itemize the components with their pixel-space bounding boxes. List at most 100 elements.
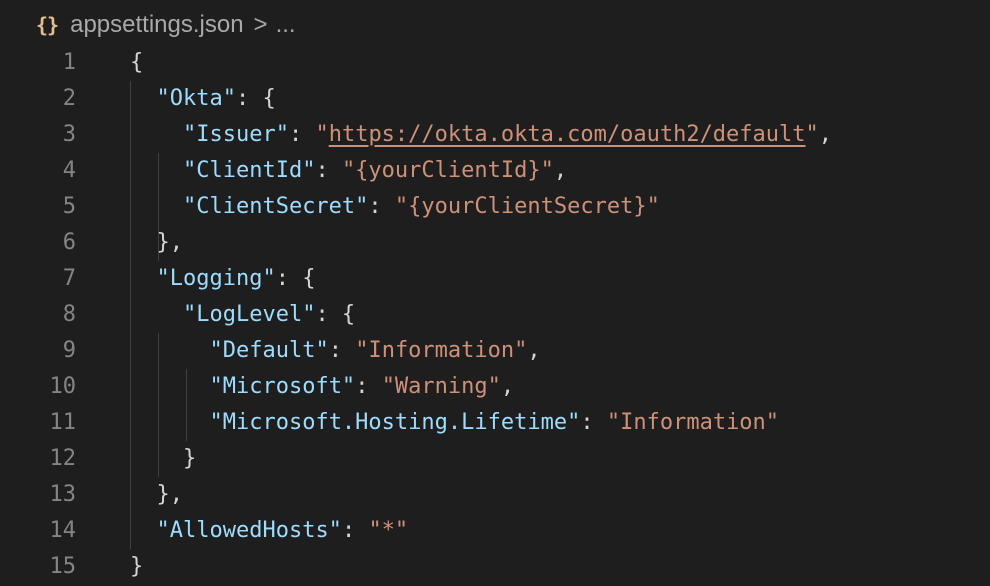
code-line[interactable]: 11 "Microsoft.Hosting.Lifetime": "Inform… [0,405,990,441]
code-text[interactable]: } [130,441,196,477]
indentation [130,410,209,435]
json-punctuation: }, [156,482,184,507]
code-line[interactable]: 7 "Logging": { [0,261,990,297]
code-line[interactable]: 2 "Okta": { [0,81,990,117]
json-punctuation: , [553,158,568,183]
json-punctuation: } [130,554,144,579]
code-text[interactable]: "AllowedHosts": "*" [130,513,409,549]
json-string: "Information" [355,338,528,363]
json-key: "Logging" [156,266,276,291]
json-key: "ClientId" [182,158,316,183]
code-text[interactable]: }, [130,477,184,513]
indentation [130,86,157,111]
code-line[interactable]: 3 "Issuer": "https://okta.okta.com/oauth… [0,117,990,153]
json-punctuation: : [355,374,382,399]
json-key: "Microsoft" [209,374,356,399]
code-text[interactable]: "Okta": { [130,81,276,117]
indentation [130,194,183,219]
code-line[interactable]: 12 } [0,441,990,477]
indentation [130,482,157,507]
breadcrumb-separator-icon: > [253,11,268,38]
line-number: 13 [49,482,77,507]
code-text[interactable]: "ClientId": "{yourClientId}", [130,153,567,189]
json-punctuation: }, [156,230,184,255]
code-text[interactable]: "Logging": { [130,261,316,297]
code-editor[interactable]: 1{2 "Okta": {3 "Issuer": "https://okta.o… [0,45,990,585]
code-line[interactable]: 13 }, [0,477,990,513]
json-punctuation: : [341,518,369,543]
indentation [130,266,157,291]
line-number: 2 [62,86,76,111]
code-line[interactable]: 15} [0,549,990,585]
json-key: "Default" [209,338,329,363]
code-text[interactable]: "Default": "Information", [130,333,541,369]
code-text[interactable]: }, [130,225,184,261]
code-text[interactable]: "ClientSecret": "{yourClientSecret}" [130,189,660,225]
json-string: "Information" [606,410,780,435]
code-text[interactable]: "Microsoft.Hosting.Lifetime": "Informati… [130,405,779,441]
indentation [130,374,209,399]
json-string: "{yourClientId}" [341,158,554,183]
code-line[interactable]: 6 }, [0,225,990,261]
json-string: " [805,122,819,147]
indentation [130,158,183,183]
json-string: "{yourClientSecret}" [394,194,660,219]
json-punctuation: } [182,446,197,471]
json-key: "Microsoft.Hosting.Lifetime" [209,410,581,435]
json-punctuation: : { [315,302,356,327]
code-text[interactable]: "LogLevel": { [130,297,355,333]
indentation [130,302,183,327]
code-line[interactable]: 10 "Microsoft": "Warning", [0,369,990,405]
line-number: 1 [62,50,76,75]
json-punctuation: : [315,158,342,183]
code-line[interactable]: 9 "Default": "Information", [0,333,990,369]
indentation [130,230,157,255]
json-punctuation: , [500,374,515,399]
json-file-icon: {} [36,13,59,37]
json-punctuation: : [368,194,395,219]
json-punctuation: : [328,338,356,363]
json-key: "Okta" [156,86,236,111]
line-number: 8 [62,302,76,327]
breadcrumb-ellipsis[interactable]: ... [276,11,296,39]
code-line[interactable]: 5 "ClientSecret": "{yourClientSecret}" [0,189,990,225]
line-number: 14 [49,518,77,543]
json-punctuation: : { [235,86,276,111]
code-text[interactable]: } [130,549,143,585]
code-text[interactable]: { [130,45,143,81]
json-string: "*" [368,518,409,543]
code-line[interactable]: 14 "AllowedHosts": "*" [0,513,990,549]
url-link[interactable]: https://okta.okta.com/oauth2/default [329,122,806,147]
json-string: "Warning" [381,374,501,399]
line-number: 15 [49,554,77,579]
json-string: " [315,122,329,147]
code-line[interactable]: 8 "LogLevel": { [0,297,990,333]
json-punctuation: : [288,122,316,147]
json-key: "ClientSecret" [182,194,369,219]
json-key: "Issuer" [182,122,289,147]
indentation [130,446,183,471]
indentation [130,122,183,147]
code-line[interactable]: 1{ [0,45,990,81]
line-number: 5 [62,194,76,219]
breadcrumb: {} appsettings.json > ... [36,10,296,40]
json-key: "LogLevel" [182,302,316,327]
code-line[interactable]: 4 "ClientId": "{yourClientId}", [0,153,990,189]
code-text[interactable]: "Issuer": "https://okta.okta.com/oauth2/… [130,117,832,153]
line-number: 10 [49,374,77,399]
line-number: 6 [62,230,76,255]
breadcrumb-file-name[interactable]: appsettings.json [70,11,243,39]
json-punctuation: { [130,50,144,75]
line-number: 9 [62,338,76,363]
code-text[interactable]: "Microsoft": "Warning", [130,369,514,405]
indentation [130,518,157,543]
line-number: 3 [62,122,76,147]
json-punctuation: : { [275,266,316,291]
line-number: 11 [49,410,77,435]
indentation [130,338,209,363]
json-punctuation: , [527,338,541,363]
line-number: 7 [62,266,76,291]
line-number: 4 [62,158,76,183]
json-key: "AllowedHosts" [156,518,342,543]
json-punctuation: , [818,122,833,147]
